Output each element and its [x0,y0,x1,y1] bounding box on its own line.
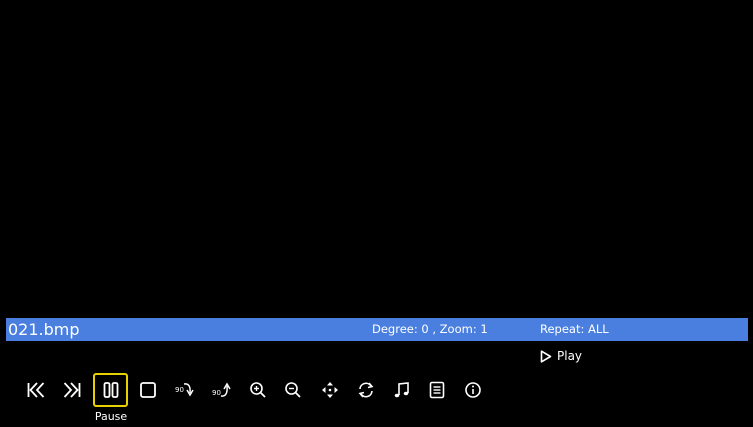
stop-icon [139,381,157,399]
rotate-clockwise-button[interactable]: 90 [169,373,201,407]
pause-button[interactable] [93,373,128,407]
zoom-in-icon [249,381,267,399]
zoom-out-icon [284,381,302,399]
svg-text:90: 90 [212,389,221,397]
info-bar: 021.bmp Degree: 0 , Zoom: 1 Repeat: ALL [6,318,748,341]
music-note-icon [393,381,411,399]
next-button[interactable] [56,373,88,407]
control-bar: 90 90 [0,373,753,407]
play-icon [540,349,552,363]
zoom-out-button[interactable] [277,373,309,407]
move-view-button[interactable] [314,373,346,407]
skip-next-icon [62,381,82,399]
play-status-label: Play [557,349,583,363]
repeat-status: Repeat: ALL [540,322,609,336]
move-view-icon [320,380,340,400]
previous-button[interactable] [20,373,52,407]
zoom-in-button[interactable] [242,373,274,407]
skip-previous-icon [26,381,46,399]
repeat-icon [356,380,376,400]
degree-zoom-status: Degree: 0 , Zoom: 1 [372,322,488,336]
info-button[interactable] [457,373,489,407]
music-button[interactable] [386,373,418,407]
rotate-90-clockwise-icon: 90 [174,380,196,400]
playlist-button[interactable] [421,373,453,407]
image-viewport[interactable] [6,3,748,317]
stop-button[interactable] [132,373,164,407]
play-status: Play [540,348,582,364]
svg-text:90: 90 [175,386,184,394]
selected-control-label: Pause [94,410,128,423]
pause-icon [102,381,120,399]
rotate-90-counterclockwise-icon: 90 [211,380,233,400]
file-name: 021.bmp [8,320,80,339]
media-player-screen: 021.bmp Degree: 0 , Zoom: 1 Repeat: ALL … [0,0,753,427]
info-icon [464,381,482,399]
playlist-icon [428,381,446,399]
rotate-counterclockwise-button[interactable]: 90 [206,373,238,407]
repeat-button[interactable] [350,373,382,407]
